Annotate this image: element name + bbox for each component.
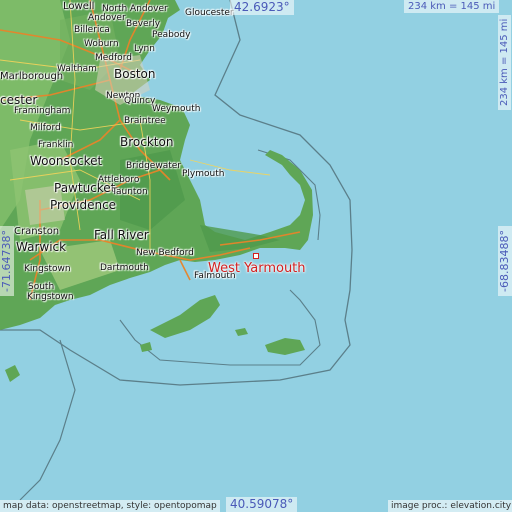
place-label: Woonsocket [30, 154, 103, 168]
scale-label-right: 234 km = 145 mi [498, 14, 511, 110]
top-latitude-label: 42.6923° [230, 0, 294, 15]
place-label: Framingham [14, 106, 71, 116]
island-small [140, 342, 152, 352]
place-label: Billerica [74, 25, 110, 35]
place-label: Warwick [16, 240, 67, 254]
island-small [235, 328, 248, 336]
place-label: Lynn [134, 44, 155, 54]
island-marthas-vineyard [150, 295, 220, 338]
place-label: Woburn [84, 39, 119, 49]
place-label: Quincy [124, 96, 156, 106]
place-label: Taunton [112, 187, 148, 197]
place-label: New Bedford [136, 248, 194, 258]
island-nantucket [265, 338, 305, 355]
place-label: Kingstown [24, 264, 71, 274]
island-block [5, 365, 20, 382]
place-label: Fall River [94, 228, 149, 242]
place-label: Andover [88, 13, 126, 23]
place-label: Braintree [124, 116, 166, 126]
place-label: Bridgewater [126, 161, 181, 171]
place-label: Weymouth [152, 104, 201, 114]
place-label: Milford [30, 123, 61, 133]
place-label: Kingstown [27, 292, 74, 302]
place-label: Boston [114, 67, 156, 81]
image-processing-credit: image proc.: elevation.city [388, 500, 512, 512]
right-longitude-label: -68.83488° [498, 226, 512, 296]
place-label: Dartmouth [100, 263, 149, 273]
place-label: Gloucester [185, 8, 234, 18]
place-label: Beverly [126, 19, 161, 29]
place-label: cester [0, 93, 38, 107]
place-label: Pawtucket [54, 181, 116, 195]
map-data-credit: map data: openstreetmap, style: opentopo… [0, 500, 220, 512]
place-label: South [28, 282, 55, 292]
left-longitude-label: -71.64738° [0, 226, 14, 296]
topographic-map: Lowell North Andover Gloucester Andover … [0, 0, 512, 512]
place-label: Marlborough [0, 71, 64, 82]
place-label: Providence [50, 198, 117, 212]
place-label: Lowell [63, 1, 95, 12]
depth-contour [19, 339, 76, 501]
place-label: Plymouth [182, 169, 225, 179]
place-label: Medford [95, 53, 132, 63]
place-label: Cranston [14, 226, 60, 237]
location-marker [253, 253, 259, 259]
target-place-label: West Yarmouth [208, 261, 306, 276]
scale-label-top: 234 km = 145 mi [404, 0, 500, 13]
place-label: Peabody [152, 30, 191, 40]
place-label: Brockton [120, 135, 174, 149]
bottom-latitude-label: 40.59078° [226, 497, 298, 512]
place-label: Franklin [38, 140, 74, 150]
